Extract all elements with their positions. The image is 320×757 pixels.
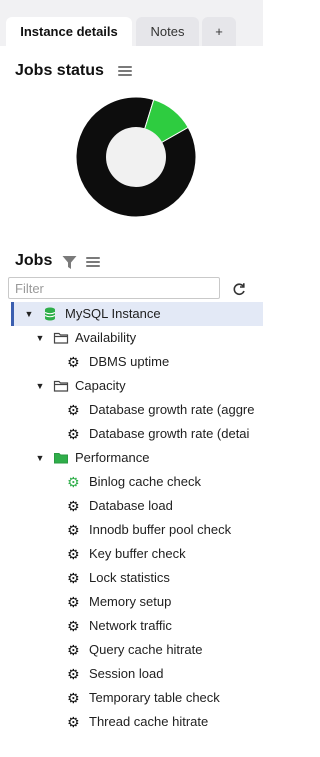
tree-item-label: Key buffer check [89,546,186,561]
add-tab-button[interactable]: + [202,17,236,46]
tree-group-capacity[interactable]: ▼ Capacity [11,374,263,398]
tree-item-label: Session load [89,666,164,681]
tree-item-label: Query cache hitrate [89,642,203,657]
tree-item-memory-setup[interactable]: ⚙ Memory setup [11,590,263,614]
tree-group-label: Performance [75,450,150,465]
jobs-status-title: Jobs status [15,62,104,79]
tree-item-dbms-uptime[interactable]: ⚙ DBMS uptime [11,350,263,374]
tree-item-temporary-table-check[interactable]: ⚙ Temporary table check [11,686,263,710]
tree-item-session-load[interactable]: ⚙ Session load [11,662,263,686]
gear-icon: ⚙ [67,570,80,586]
tree-item-label: DBMS uptime [89,354,170,369]
tree-item-database-growth-rate-aggregated[interactable]: ⚙ Database growth rate (aggre [11,398,263,422]
gear-icon: ⚙ [67,498,80,514]
tree-item-label: Network traffic [89,618,172,633]
tab-notes[interactable]: Notes [136,17,199,46]
jobs-menu-icon[interactable] [86,257,100,268]
jobs-status-donut-chart [76,97,196,217]
collapse-caret-icon[interactable]: ▼ [35,446,45,470]
tree-item-binlog-cache-check[interactable]: ⚙ Binlog cache check [11,470,263,494]
tree-item-key-buffer-check[interactable]: ⚙ Key buffer check [11,542,263,566]
tree-item-label: MySQL Instance [65,306,161,321]
gear-icon: ⚙ [67,618,80,634]
tree-item-label: Lock statistics [89,570,170,585]
tab-instance-details[interactable]: Instance details [6,17,132,46]
jobs-status-menu-icon[interactable] [118,66,132,77]
tree-item-mysql-instance[interactable]: ▼ MySQL Instance [11,302,263,326]
gear-icon: ⚙ [67,354,80,370]
gear-icon: ⚙ [67,522,80,538]
gear-icon: ⚙ [67,594,80,610]
gear-icon: ⚙ [67,714,80,730]
jobs-title: Jobs [15,252,53,269]
refresh-icon[interactable] [231,281,247,297]
folder-icon [53,380,69,392]
tree-item-label: Memory setup [89,594,172,609]
tree-item-label: Database growth rate (aggre [89,402,255,417]
collapse-caret-icon[interactable]: ▼ [35,326,45,350]
database-icon [44,307,56,321]
tree-item-label: Thread cache hitrate [89,714,209,729]
gear-icon: ⚙ [67,642,80,658]
tree-item-query-cache-hitrate[interactable]: ⚙ Query cache hitrate [11,638,263,662]
tree-item-innodb-buffer-pool-check[interactable]: ⚙ Innodb buffer pool check [11,518,263,542]
gear-icon: ⚙ [67,546,80,562]
filter-input[interactable] [8,277,220,299]
tab-bar: Instance details Notes + [0,0,263,46]
folder-green-icon [54,453,68,464]
tree-item-database-growth-rate-detailed[interactable]: ⚙ Database growth rate (detai [11,422,263,446]
instance-panel: Instance details Notes + Jobs status Job… [0,0,263,757]
filter-icon[interactable] [62,255,77,270]
folder-icon [53,332,69,344]
tree-item-label: Binlog cache check [89,474,202,489]
tree-item-network-traffic[interactable]: ⚙ Network traffic [11,614,263,638]
tree-group-availability[interactable]: ▼ Availability [11,326,263,350]
tree-item-label: Temporary table check [89,690,220,705]
donut-hole [106,127,166,187]
collapse-caret-icon[interactable]: ▼ [35,374,45,398]
tree-item-database-load[interactable]: ⚙ Database load [11,494,263,518]
tree-group-label: Capacity [75,378,126,393]
tree-item-label: Innodb buffer pool check [89,522,232,537]
collapse-caret-icon[interactable]: ▼ [24,302,34,326]
tree-item-lock-statistics[interactable]: ⚙ Lock statistics [11,566,263,590]
gear-icon: ⚙ [67,402,80,418]
tree-item-label: Database load [89,498,173,513]
gear-icon: ⚙ [67,426,80,442]
gear-check-icon: ⚙ [67,474,80,490]
gear-icon: ⚙ [67,666,80,682]
tree-group-label: Availability [75,330,137,345]
tree-item-label: Database growth rate (detai [89,426,250,441]
tree-group-performance[interactable]: ▼ Performance [11,446,263,470]
tree-item-thread-cache-hitrate[interactable]: ⚙ Thread cache hitrate [11,710,263,734]
gear-icon: ⚙ [67,690,80,706]
